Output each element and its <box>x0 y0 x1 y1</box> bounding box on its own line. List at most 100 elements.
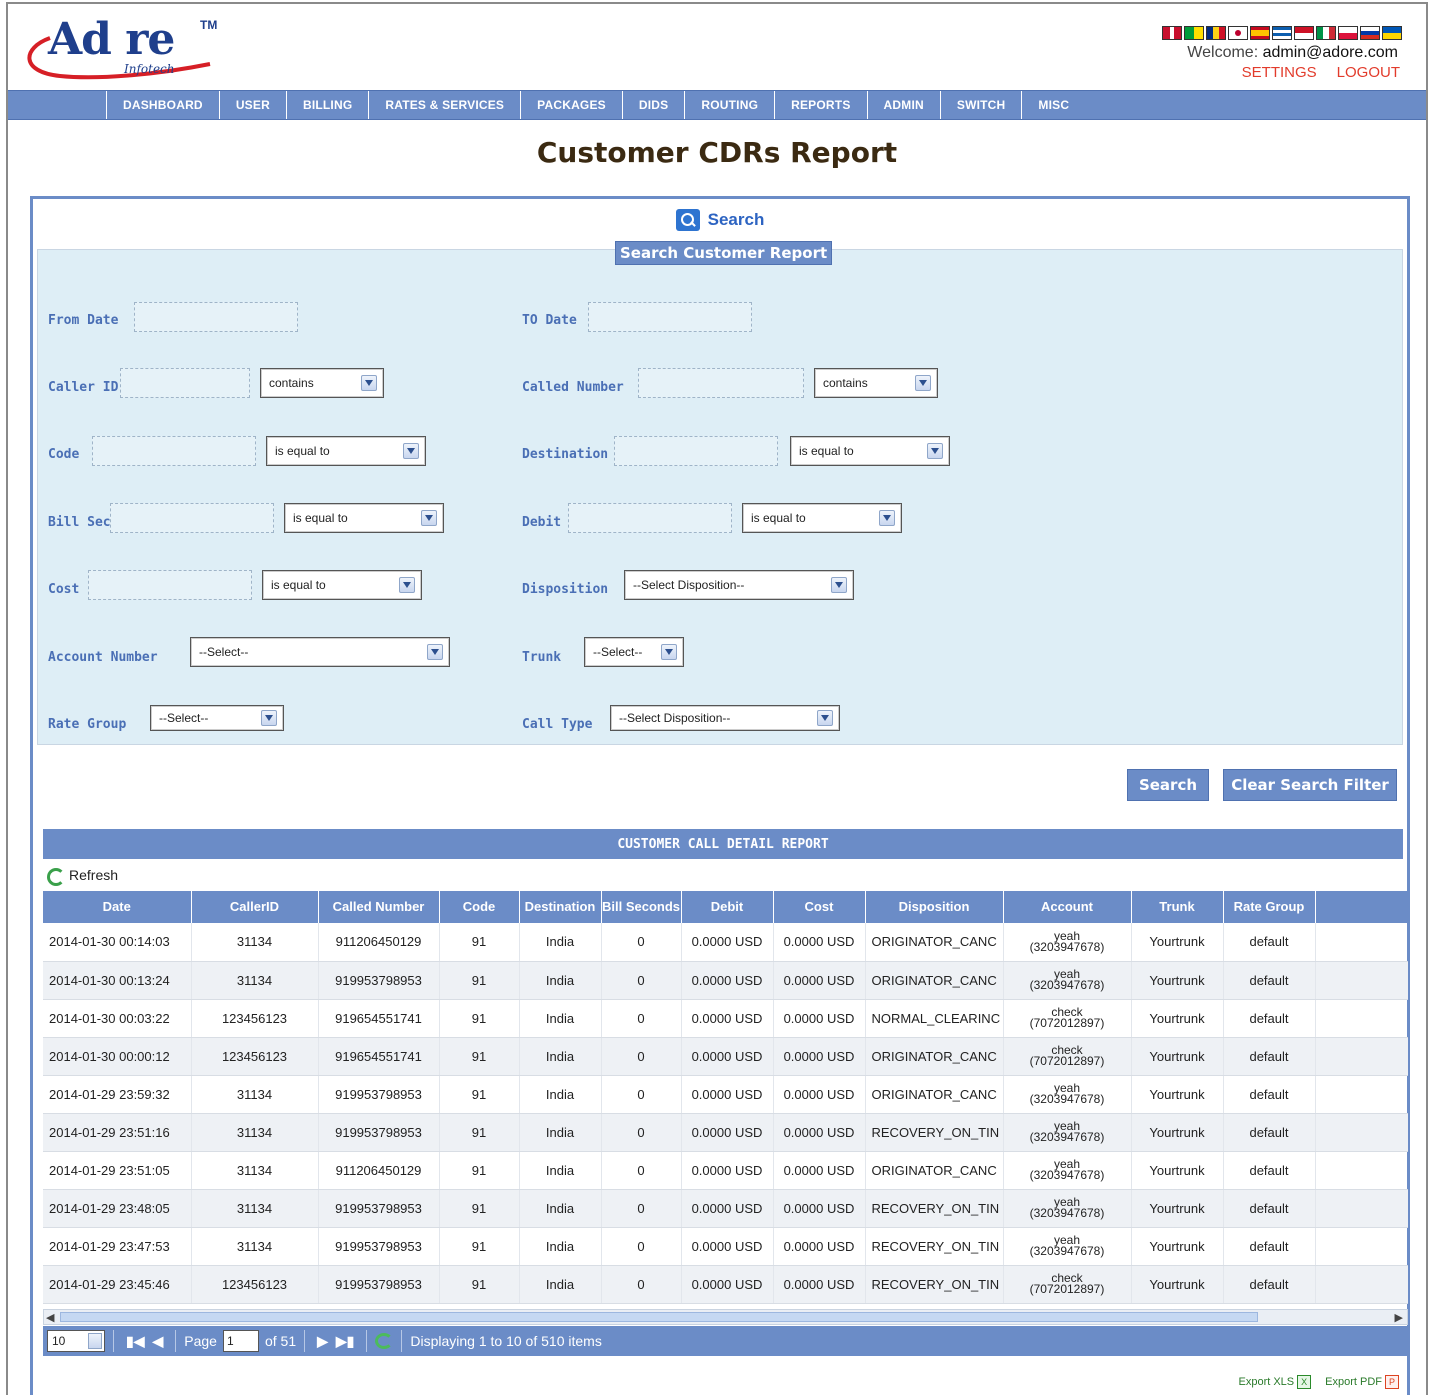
chevron-down-icon <box>403 443 419 459</box>
cell-debit: 0.0000 USD <box>681 923 774 962</box>
table-row[interactable]: 2014-01-30 00:14:03 31134 911206450129 91 In… <box>43 923 1408 962</box>
reload-icon[interactable] <box>375 1333 394 1349</box>
column-header-debit[interactable]: Debit <box>681 891 774 923</box>
scroll-left-icon[interactable]: ◀ <box>46 1311 54 1324</box>
clear-search-filter-button[interactable]: Clear Search Filter <box>1223 769 1397 801</box>
cost-input[interactable] <box>88 570 252 600</box>
called-number-input[interactable] <box>638 368 804 398</box>
cell-extra: S <box>1315 1189 1408 1228</box>
cell-destination: India <box>519 1113 602 1152</box>
top-links: SETTINGS LOGOUT <box>1242 64 1400 81</box>
export-xls-link[interactable]: Export XLS X <box>1239 1375 1312 1389</box>
page-count-label: of 51 <box>264 1333 297 1349</box>
next-page-icon[interactable]: ▶ <box>317 1333 328 1350</box>
bill-sec-operator-select[interactable]: is equal to <box>284 503 444 533</box>
column-header-cost[interactable]: Cost <box>773 891 866 923</box>
settings-link[interactable]: SETTINGS <box>1242 64 1317 81</box>
from-date-label: From Date <box>48 313 119 328</box>
table-row[interactable]: 2014-01-29 23:51:05 31134 911206450129 91 In… <box>43 1151 1408 1190</box>
column-header-bill-seconds[interactable]: Bill Seconds <box>601 891 682 923</box>
refresh-button[interactable]: Refresh <box>47 867 118 886</box>
logout-link[interactable]: LOGOUT <box>1337 64 1400 81</box>
column-header-account[interactable]: Account <box>1003 891 1132 923</box>
to-date-input[interactable] <box>588 302 752 332</box>
adore-logo[interactable]: Ad re TM Infotech <box>20 12 220 84</box>
scrollbar-thumb[interactable] <box>60 1312 1258 1322</box>
nav-user[interactable]: USER <box>218 91 286 119</box>
polish-flag[interactable] <box>1338 26 1358 40</box>
table-row[interactable]: 2014-01-29 23:48:05 31134 919953798953 91 In… <box>43 1189 1408 1228</box>
column-header-extra[interactable] <box>1315 891 1408 923</box>
caller-id-operator-select[interactable]: contains <box>260 368 384 398</box>
column-header-trunk[interactable]: Trunk <box>1131 891 1224 923</box>
table-row[interactable]: 2014-01-29 23:51:16 31134 919953798953 91 In… <box>43 1113 1408 1152</box>
destination-input[interactable] <box>614 436 778 466</box>
nav-misc[interactable]: MISC <box>1021 91 1085 119</box>
debit-operator-select[interactable]: is equal to <box>742 503 902 533</box>
first-page-icon[interactable]: ▮◀ <box>126 1333 144 1350</box>
english-flag[interactable] <box>1162 26 1182 40</box>
debit-input[interactable] <box>568 503 732 533</box>
nav-admin[interactable]: ADMIN <box>866 91 940 119</box>
nav-reports[interactable]: REPORTS <box>774 91 866 119</box>
trunk-select[interactable]: --Select-- <box>584 637 684 667</box>
table-row[interactable]: 2014-01-30 00:00:12 123456123 919654551741… <box>43 1037 1408 1076</box>
code-input[interactable] <box>92 436 256 466</box>
caller-id-input[interactable] <box>120 368 250 398</box>
nav-switch[interactable]: SWITCH <box>939 91 1022 119</box>
search-button[interactable]: Search <box>1127 769 1209 801</box>
greek-flag[interactable] <box>1272 26 1292 40</box>
portuguese-flag[interactable] <box>1184 26 1204 40</box>
romanian-flag[interactable] <box>1206 26 1226 40</box>
column-header-disposition[interactable]: Disposition <box>865 891 1004 923</box>
ukrainian-flag[interactable] <box>1382 26 1402 40</box>
russian-flag[interactable] <box>1360 26 1380 40</box>
cell-debit: 0.0000 USD <box>681 1151 774 1190</box>
called-number-operator-select[interactable]: contains <box>814 368 938 398</box>
column-header-code[interactable]: Code <box>439 891 520 923</box>
table-row[interactable]: 2014-01-29 23:59:32 31134 919953798953 91 In… <box>43 1075 1408 1114</box>
rate-group-select[interactable]: --Select-- <box>150 705 284 731</box>
code-operator-select[interactable]: is equal to <box>266 436 426 466</box>
column-header-rate-group[interactable]: Rate Group <box>1223 891 1316 923</box>
page-number-input[interactable]: 1 <box>222 1330 259 1352</box>
horizontal-scrollbar[interactable]: ◀ ▶ <box>43 1309 1408 1325</box>
cell-bill-seconds: 0 <box>601 1037 682 1076</box>
cost-operator-value: is equal to <box>271 578 326 592</box>
column-header-destination[interactable]: Destination <box>519 891 602 923</box>
call-type-select[interactable]: --Select Disposition-- <box>610 705 840 731</box>
cell-date: 2014-01-29 23:48:05 <box>43 1189 192 1228</box>
cost-operator-select[interactable]: is equal to <box>262 570 422 600</box>
table-row[interactable]: 2014-01-29 23:45:46 123456123 919953798953… <box>43 1265 1408 1304</box>
column-header-callerid[interactable]: CallerID <box>191 891 319 923</box>
table-row[interactable]: 2014-01-30 00:03:22 123456123 919654551741… <box>43 999 1408 1038</box>
column-header-date[interactable]: Date <box>43 891 192 923</box>
indonesian-flag[interactable] <box>1294 26 1314 40</box>
from-date-input[interactable] <box>134 302 298 332</box>
page-size-select[interactable]: 10 <box>47 1330 105 1352</box>
previous-page-icon[interactable]: ◀ <box>152 1333 163 1350</box>
cell-destination: India <box>519 961 602 1000</box>
account-number-select[interactable]: --Select-- <box>190 637 450 667</box>
search-toggle[interactable]: Search <box>33 209 1407 231</box>
japanese-flag[interactable] <box>1228 26 1248 40</box>
column-header-called-number[interactable]: Called Number <box>318 891 440 923</box>
bill-sec-input[interactable] <box>110 503 274 533</box>
last-page-icon[interactable]: ▶▮ <box>336 1333 354 1350</box>
cell-extra: S <box>1315 1075 1408 1114</box>
account-number: (7072012897) <box>1029 1054 1105 1068</box>
italian-flag[interactable] <box>1316 26 1336 40</box>
disposition-select[interactable]: --Select Disposition-- <box>624 570 854 600</box>
export-pdf-link[interactable]: Export PDF P <box>1325 1375 1399 1389</box>
spanish-flag[interactable] <box>1250 26 1270 40</box>
nav-dids[interactable]: DIDS <box>621 91 684 119</box>
table-row[interactable]: 2014-01-29 23:47:53 31134 919953798953 91 In… <box>43 1227 1408 1266</box>
destination-operator-select[interactable]: is equal to <box>790 436 950 466</box>
nav-packages[interactable]: PACKAGES <box>520 91 622 119</box>
scroll-right-icon[interactable]: ▶ <box>1395 1311 1403 1324</box>
nav-rates-services[interactable]: RATES & SERVICES <box>368 91 520 119</box>
nav-routing[interactable]: ROUTING <box>684 91 774 119</box>
nav-billing[interactable]: BILLING <box>285 91 368 119</box>
table-row[interactable]: 2014-01-30 00:13:24 31134 919953798953 91 In… <box>43 961 1408 1000</box>
nav-dashboard[interactable]: DASHBOARD <box>106 91 219 119</box>
